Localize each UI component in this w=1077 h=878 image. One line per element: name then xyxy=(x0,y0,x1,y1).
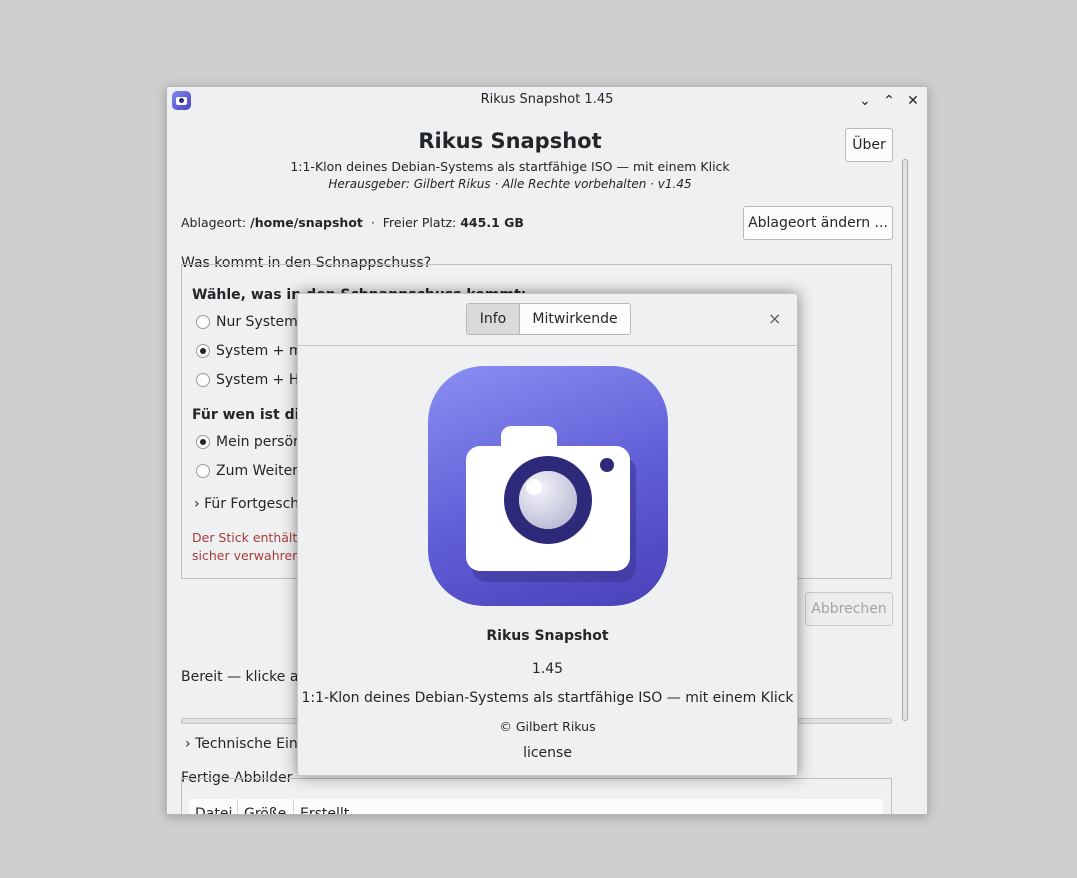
location-label: Ablageort: xyxy=(181,215,247,230)
app-subtitle: 1:1-Klon deines Debian-Systems als start… xyxy=(290,159,730,174)
dialog-description: 1:1-Klon deines Debian-Systems als start… xyxy=(301,690,794,706)
change-location-button[interactable]: Ablageort ändern ... xyxy=(743,206,893,240)
radio-system-home[interactable] xyxy=(196,373,210,387)
advanced-expander[interactable]: › Für Fortgesch xyxy=(194,496,299,512)
about-button[interactable]: Über xyxy=(845,128,893,162)
option-system-home-label: System + Ho xyxy=(216,372,308,388)
column-created[interactable]: Erstellt xyxy=(294,799,414,814)
location-separator: · xyxy=(370,215,375,230)
warning-line-2: sicher verwahren u xyxy=(192,548,312,563)
dialog-copyright: © Gilbert Rikus xyxy=(499,719,596,734)
warning-line-1: Der Stick enthält d xyxy=(192,530,310,545)
radio-only-system[interactable] xyxy=(196,315,210,329)
location-path: /home/snapshot xyxy=(250,215,363,230)
option-only-system-label: Nur System xyxy=(216,314,298,330)
dialog-separator xyxy=(298,345,797,346)
advanced-expander-label: Für Fortgesch xyxy=(204,496,300,512)
camera-icon xyxy=(428,366,668,606)
close-window-button[interactable]: ✕ xyxy=(903,91,923,111)
images-table-header: Datei Größe Erstellt xyxy=(189,799,883,814)
chevron-right-icon: › xyxy=(194,496,200,512)
radio-personal[interactable] xyxy=(196,435,210,449)
cancel-button[interactable]: Abbrechen xyxy=(805,592,893,626)
radio-share[interactable] xyxy=(196,464,210,478)
column-file[interactable]: Datei xyxy=(189,799,238,814)
column-size[interactable]: Größe xyxy=(238,799,294,814)
app-title: Rikus Snapshot xyxy=(418,129,602,153)
maximize-button[interactable]: ⌃ xyxy=(879,91,899,111)
dialog-app-name: Rikus Snapshot xyxy=(486,628,609,644)
window-title: Rikus Snapshot 1.45 xyxy=(480,92,614,107)
free-space-value: 445.1 GB xyxy=(460,215,524,230)
free-space-label: Freier Platz: xyxy=(382,215,457,230)
option-share-label: Zum Weiterg xyxy=(216,463,307,479)
close-dialog-button[interactable]: × xyxy=(768,309,781,328)
vertical-scrollbar[interactable] xyxy=(902,159,908,721)
publisher-line: Herausgeber: Gilbert Rikus · Alle Rechte… xyxy=(328,177,692,191)
about-dialog: Info Mitwirkende × Rikus Snapshot 1.45 1… xyxy=(297,293,798,776)
location-info: Ablageort: /home/snapshot · Freier Platz… xyxy=(181,215,524,230)
option-personal-label: Mein persön xyxy=(216,434,302,450)
tech-expander[interactable]: › Technische Ein xyxy=(185,736,298,752)
tab-info[interactable]: Info xyxy=(467,304,520,334)
title-bar[interactable]: Rikus Snapshot 1.45 ⌄ ⌃ ✕ xyxy=(167,87,927,115)
status-text: Bereit — klicke au xyxy=(181,669,308,685)
dialog-license-link[interactable]: license xyxy=(298,745,797,761)
radio-system-plus[interactable] xyxy=(196,344,210,358)
minimize-button[interactable]: ⌄ xyxy=(855,91,875,111)
tab-contributors[interactable]: Mitwirkende xyxy=(520,304,630,334)
dialog-version: 1.45 xyxy=(531,661,564,677)
about-tabs: Info Mitwirkende xyxy=(466,303,631,335)
tech-expander-label: Technische Ein xyxy=(195,736,298,752)
audience-heading: Für wen ist die xyxy=(192,407,309,423)
chevron-right-icon: › xyxy=(185,736,191,752)
